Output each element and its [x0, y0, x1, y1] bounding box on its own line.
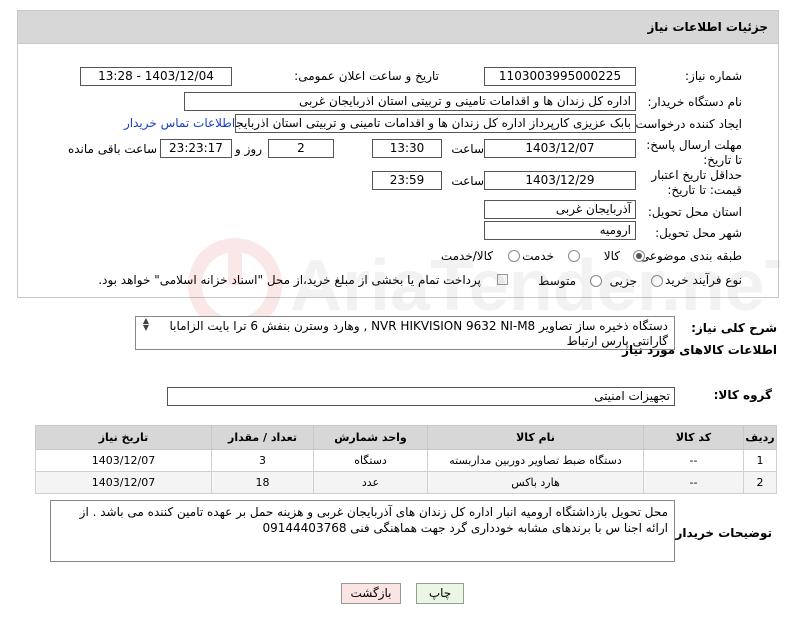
cell-date: 1403/12/07: [35, 471, 212, 494]
goods-group-label: گروه کالا:: [713, 388, 772, 402]
buyer-notes-field[interactable]: محل تحویل بازداشتگاه ارومیه انبار اداره …: [50, 500, 675, 562]
category-radio-service[interactable]: [568, 250, 580, 262]
col-code: کد کالا: [643, 425, 744, 450]
buyer-org-label: نام دستگاه خریدار:: [647, 95, 743, 109]
buyer-contact-link[interactable]: اطلاعات تماس خریدار: [124, 116, 235, 130]
cell-code: --: [643, 449, 744, 472]
items-section-title: اطلاعات کالاهای مورد نیاز: [622, 343, 777, 357]
items-table: ردیف کد کالا نام کالا واحد شمارش تعداد /…: [35, 425, 777, 494]
general-desc-label: شرح کلی نیاز:: [691, 321, 777, 335]
province-field[interactable]: آذربایجان غربی: [484, 200, 636, 219]
days-field[interactable]: 2: [268, 139, 334, 158]
city-field[interactable]: ارومیه: [484, 221, 636, 240]
table-row: 1 -- دستگاه ضبط تصاویر دوربین مداربسته د…: [35, 449, 777, 472]
deadline-date-field[interactable]: 1403/12/07: [484, 139, 636, 158]
col-name: نام کالا: [427, 425, 644, 450]
category-option-goods: کالا: [603, 249, 620, 263]
category-radio-goods[interactable]: [633, 250, 645, 262]
general-desc-field[interactable]: دستگاه ذخیره ساز تصاویر NVR HIKVISION 96…: [135, 316, 675, 350]
process-option-medium: متوسط: [538, 274, 576, 288]
cell-qty: 18: [211, 471, 314, 494]
announce-field[interactable]: 1403/12/04 - 13:28: [80, 67, 232, 86]
print-button[interactable]: چاپ: [416, 583, 464, 604]
city-label: شهر محل تحویل:: [655, 226, 742, 240]
col-qty: تعداد / مقدار: [211, 425, 314, 450]
cell-date: 1403/12/07: [35, 449, 212, 472]
category-option-goods-service: کالا/خدمت: [440, 249, 493, 263]
panel-title: جزئیات اطلاعات نیاز: [18, 11, 778, 44]
process-radio-minor[interactable]: [651, 275, 663, 287]
process-label: نوع فرآیند خرید :: [657, 273, 742, 287]
validity-time-label: ساعت: [451, 174, 484, 188]
validity-time-field[interactable]: 23:59: [372, 171, 442, 190]
buyer-notes-label: توضیحات خریدار:: [670, 526, 772, 540]
province-label: استان محل تحویل:: [647, 205, 742, 219]
cell-code: --: [643, 471, 744, 494]
desc-scroll-arrows[interactable]: ▲ ▼: [140, 317, 152, 332]
deadline-label: مهلت ارسال پاسخ: تا تاریخ:: [646, 138, 742, 167]
cell-row: 2: [743, 471, 777, 494]
process-radio-medium[interactable]: [590, 275, 602, 287]
process-option-minor: جزیی: [609, 274, 637, 288]
cell-name: هارد باکس: [427, 471, 644, 494]
need-number-label: شماره نیاز:: [685, 69, 742, 83]
treasury-checkbox[interactable]: [497, 274, 508, 285]
validity-date-field[interactable]: 1403/12/29: [484, 171, 636, 190]
table-row: 2 -- هارد باکس عدد 18 1403/12/07: [35, 471, 777, 494]
cell-unit: عدد: [313, 471, 428, 494]
creator-field[interactable]: بابک عزیزی کارپرداز اداره کل زندان ها و …: [235, 114, 636, 133]
category-label: طبقه بندی موضوعی:: [635, 249, 742, 263]
payment-note: پرداخت تمام یا بخشی از مبلغ خرید،از محل …: [98, 273, 481, 287]
deadline-time-label: ساعت: [451, 142, 484, 156]
announce-label: تاریخ و ساعت اعلان عمومی:: [294, 69, 439, 83]
goods-group-field[interactable]: تجهیزات امنیتی: [167, 387, 675, 406]
col-row: ردیف: [743, 425, 777, 450]
col-date: تاریخ نیاز: [35, 425, 212, 450]
cell-name: دستگاه ضبط تصاویر دوربین مداربسته: [427, 449, 644, 472]
need-number-field[interactable]: 1103003995000225: [484, 67, 636, 86]
cell-qty: 3: [211, 449, 314, 472]
days-label: روز و: [235, 142, 262, 156]
category-radio-goods-service[interactable]: [508, 250, 520, 262]
validity-label: حداقل تاریخ اعتبار قیمت: تا تاریخ:: [651, 168, 742, 197]
col-unit: واحد شمارش: [313, 425, 428, 450]
cell-unit: دستگاه: [313, 449, 428, 472]
remaining-time-field[interactable]: 23:23:17: [160, 139, 232, 158]
buyer-org-field[interactable]: اداره کل زندان ها و اقدامات تامینی و ترب…: [184, 92, 636, 111]
category-option-service: خدمت: [522, 249, 554, 263]
deadline-time-field[interactable]: 13:30: [372, 139, 442, 158]
cell-row: 1: [743, 449, 777, 472]
remaining-label: ساعت باقی مانده: [67, 142, 157, 156]
creator-label: ایجاد کننده درخواست:: [631, 117, 742, 131]
back-button[interactable]: بازگشت: [341, 583, 401, 604]
